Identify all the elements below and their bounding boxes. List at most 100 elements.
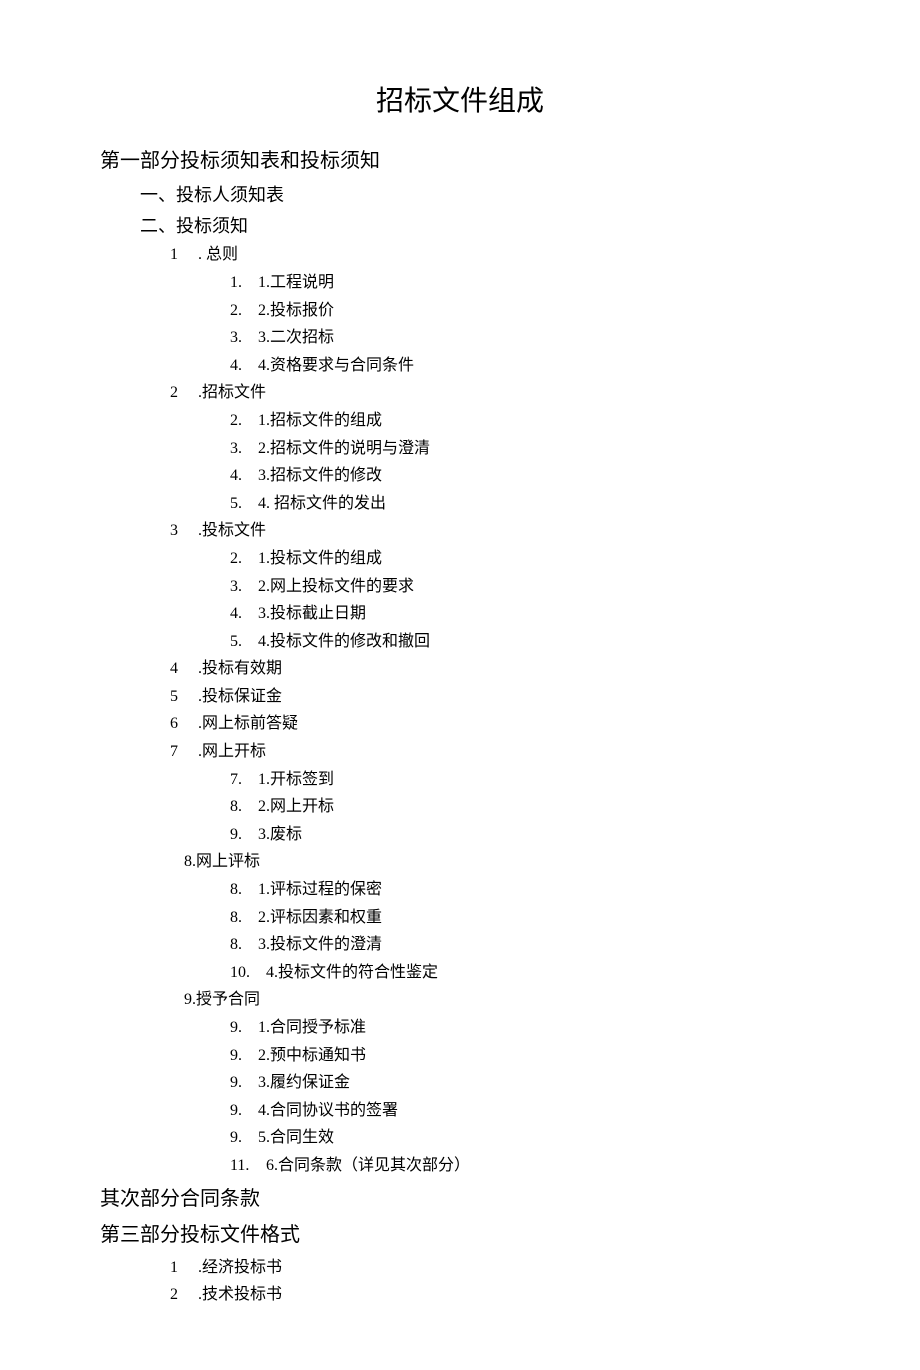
item-9-6: 11.6.合同条款（详见其次部分） (230, 1153, 820, 1179)
item-2-1: 2.1.招标文件的组成 (230, 408, 820, 434)
item-num: 4. (230, 353, 258, 379)
item-7-2: 8.2.网上开标 (230, 794, 820, 820)
item-text: 2.网上开标 (258, 798, 334, 815)
item-text: 4.资格要求与合同条件 (258, 357, 414, 374)
item-text: 1.合同授予标准 (258, 1019, 366, 1036)
item-text: 4.投标文件的修改和撤回 (258, 633, 430, 650)
item-text: 3.投标文件的澄清 (258, 936, 382, 953)
item-9-5: 9.5.合同生效 (230, 1125, 820, 1151)
item-1-4: 4.4.资格要求与合同条件 (230, 353, 820, 379)
item-text: 3.履约保证金 (258, 1074, 350, 1091)
item-7: 7.网上开标 (170, 739, 820, 765)
item-text: 5.合同生效 (258, 1129, 334, 1146)
item-text: 2.预中标通知书 (258, 1047, 366, 1064)
item-text: 2.招标文件的说明与澄清 (258, 440, 430, 457)
item-num: 3 (170, 518, 198, 544)
item-num: 1 (170, 1255, 198, 1281)
item-num: 2 (170, 380, 198, 406)
item-num: 9. (230, 1125, 258, 1151)
item-num: 5. (230, 629, 258, 655)
item-7-1: 7.1.开标签到 (230, 767, 820, 793)
item-9: 9.授予合同 (184, 987, 820, 1013)
item-num: 7 (170, 739, 198, 765)
item-text: 6.合同条款（详见其次部分） (266, 1157, 470, 1174)
item-2-3: 4.3.招标文件的修改 (230, 463, 820, 489)
item-text: 1.评标过程的保密 (258, 881, 382, 898)
item-1: 1. 总则 (170, 242, 820, 268)
item-num: 2. (230, 408, 258, 434)
item-text: .网上开标 (198, 743, 266, 760)
item-7-3: 9.3.废标 (230, 822, 820, 848)
item-3: 3.投标文件 (170, 518, 820, 544)
item-9-3: 9.3.履约保证金 (230, 1070, 820, 1096)
item-text: 4. 招标文件的发出 (258, 495, 386, 512)
item-8-4: 10.4.投标文件的符合性鉴定 (230, 960, 820, 986)
item-text: 1.开标签到 (258, 771, 334, 788)
item-num: 5 (170, 684, 198, 710)
item-4: 4.投标有效期 (170, 656, 820, 682)
item-8-3: 8.3.投标文件的澄清 (230, 932, 820, 958)
item-8-1: 8.1.评标过程的保密 (230, 877, 820, 903)
item-text: 3.招标文件的修改 (258, 467, 382, 484)
item-2: 2.招标文件 (170, 380, 820, 406)
item-num: 7. (230, 767, 258, 793)
item-text: 1.工程说明 (258, 274, 334, 291)
item-1-3: 3.3.二次招标 (230, 325, 820, 351)
item-9-1: 9.1.合同授予标准 (230, 1015, 820, 1041)
item-num: 5. (230, 491, 258, 517)
item-8: 8.网上评标 (184, 849, 820, 875)
item-num: 6 (170, 711, 198, 737)
item-num: 9. (230, 1043, 258, 1069)
item-num: 8. (230, 794, 258, 820)
item-8-2: 8.2.评标因素和权重 (230, 905, 820, 931)
item-num: 2. (230, 546, 258, 572)
item-num: 9. (230, 1098, 258, 1124)
item-1-2: 2.2.投标报价 (230, 298, 820, 324)
item-num: 3. (230, 574, 258, 600)
item-text: 3.废标 (258, 826, 302, 843)
part3-heading: 第三部分投标文件格式 (100, 1219, 820, 1251)
item-text: .投标文件 (198, 522, 266, 539)
part2-heading: 其次部分合同条款 (100, 1183, 820, 1215)
item-text: 1.招标文件的组成 (258, 412, 382, 429)
item-num: 9. (230, 1070, 258, 1096)
item-text: .经济投标书 (198, 1259, 282, 1276)
item-2-4: 5.4. 招标文件的发出 (230, 491, 820, 517)
item-num: 3. (230, 436, 258, 462)
item-9-4: 9.4.合同协议书的签署 (230, 1098, 820, 1124)
item-3-3: 4.3.投标截止日期 (230, 601, 820, 627)
item-text: 2.网上投标文件的要求 (258, 578, 414, 595)
item-text: 2.评标因素和权重 (258, 909, 382, 926)
item-text: 2.投标报价 (258, 302, 334, 319)
item-6: 6.网上标前答疑 (170, 711, 820, 737)
item-9-2: 9.2.预中标通知书 (230, 1043, 820, 1069)
item-3-1: 2.1.投标文件的组成 (230, 546, 820, 572)
item-num: 1 (170, 242, 198, 268)
item-num: 8. (230, 877, 258, 903)
item-3-4: 5.4.投标文件的修改和撤回 (230, 629, 820, 655)
item-text: .投标有效期 (198, 660, 282, 677)
item-text: .投标保证金 (198, 688, 282, 705)
item-num: 10. (230, 960, 266, 986)
item-3-2: 3.2.网上投标文件的要求 (230, 574, 820, 600)
item-num: 2. (230, 298, 258, 324)
item-text: .招标文件 (198, 384, 266, 401)
item-num: 4. (230, 601, 258, 627)
item-num: 2 (170, 1282, 198, 1308)
part3-item-1: 1.经济投标书 (170, 1255, 820, 1281)
item-num: 8. (230, 932, 258, 958)
section-1-1: 一、投标人须知表 (140, 181, 820, 210)
part3-item-2: 2.技术投标书 (170, 1282, 820, 1308)
item-num: 1. (230, 270, 258, 296)
item-num: 3. (230, 325, 258, 351)
item-text: 1.投标文件的组成 (258, 550, 382, 567)
part1-heading: 第一部分投标须知表和投标须知 (100, 145, 820, 177)
item-num: 11. (230, 1153, 266, 1179)
document-title: 招标文件组成 (100, 80, 820, 125)
item-text: 3.二次招标 (258, 329, 334, 346)
item-2-2: 3.2.招标文件的说明与澄清 (230, 436, 820, 462)
item-text: 4.合同协议书的签署 (258, 1102, 398, 1119)
item-text: 4.投标文件的符合性鉴定 (266, 964, 438, 981)
item-num: 9. (230, 1015, 258, 1041)
item-num: 4 (170, 656, 198, 682)
